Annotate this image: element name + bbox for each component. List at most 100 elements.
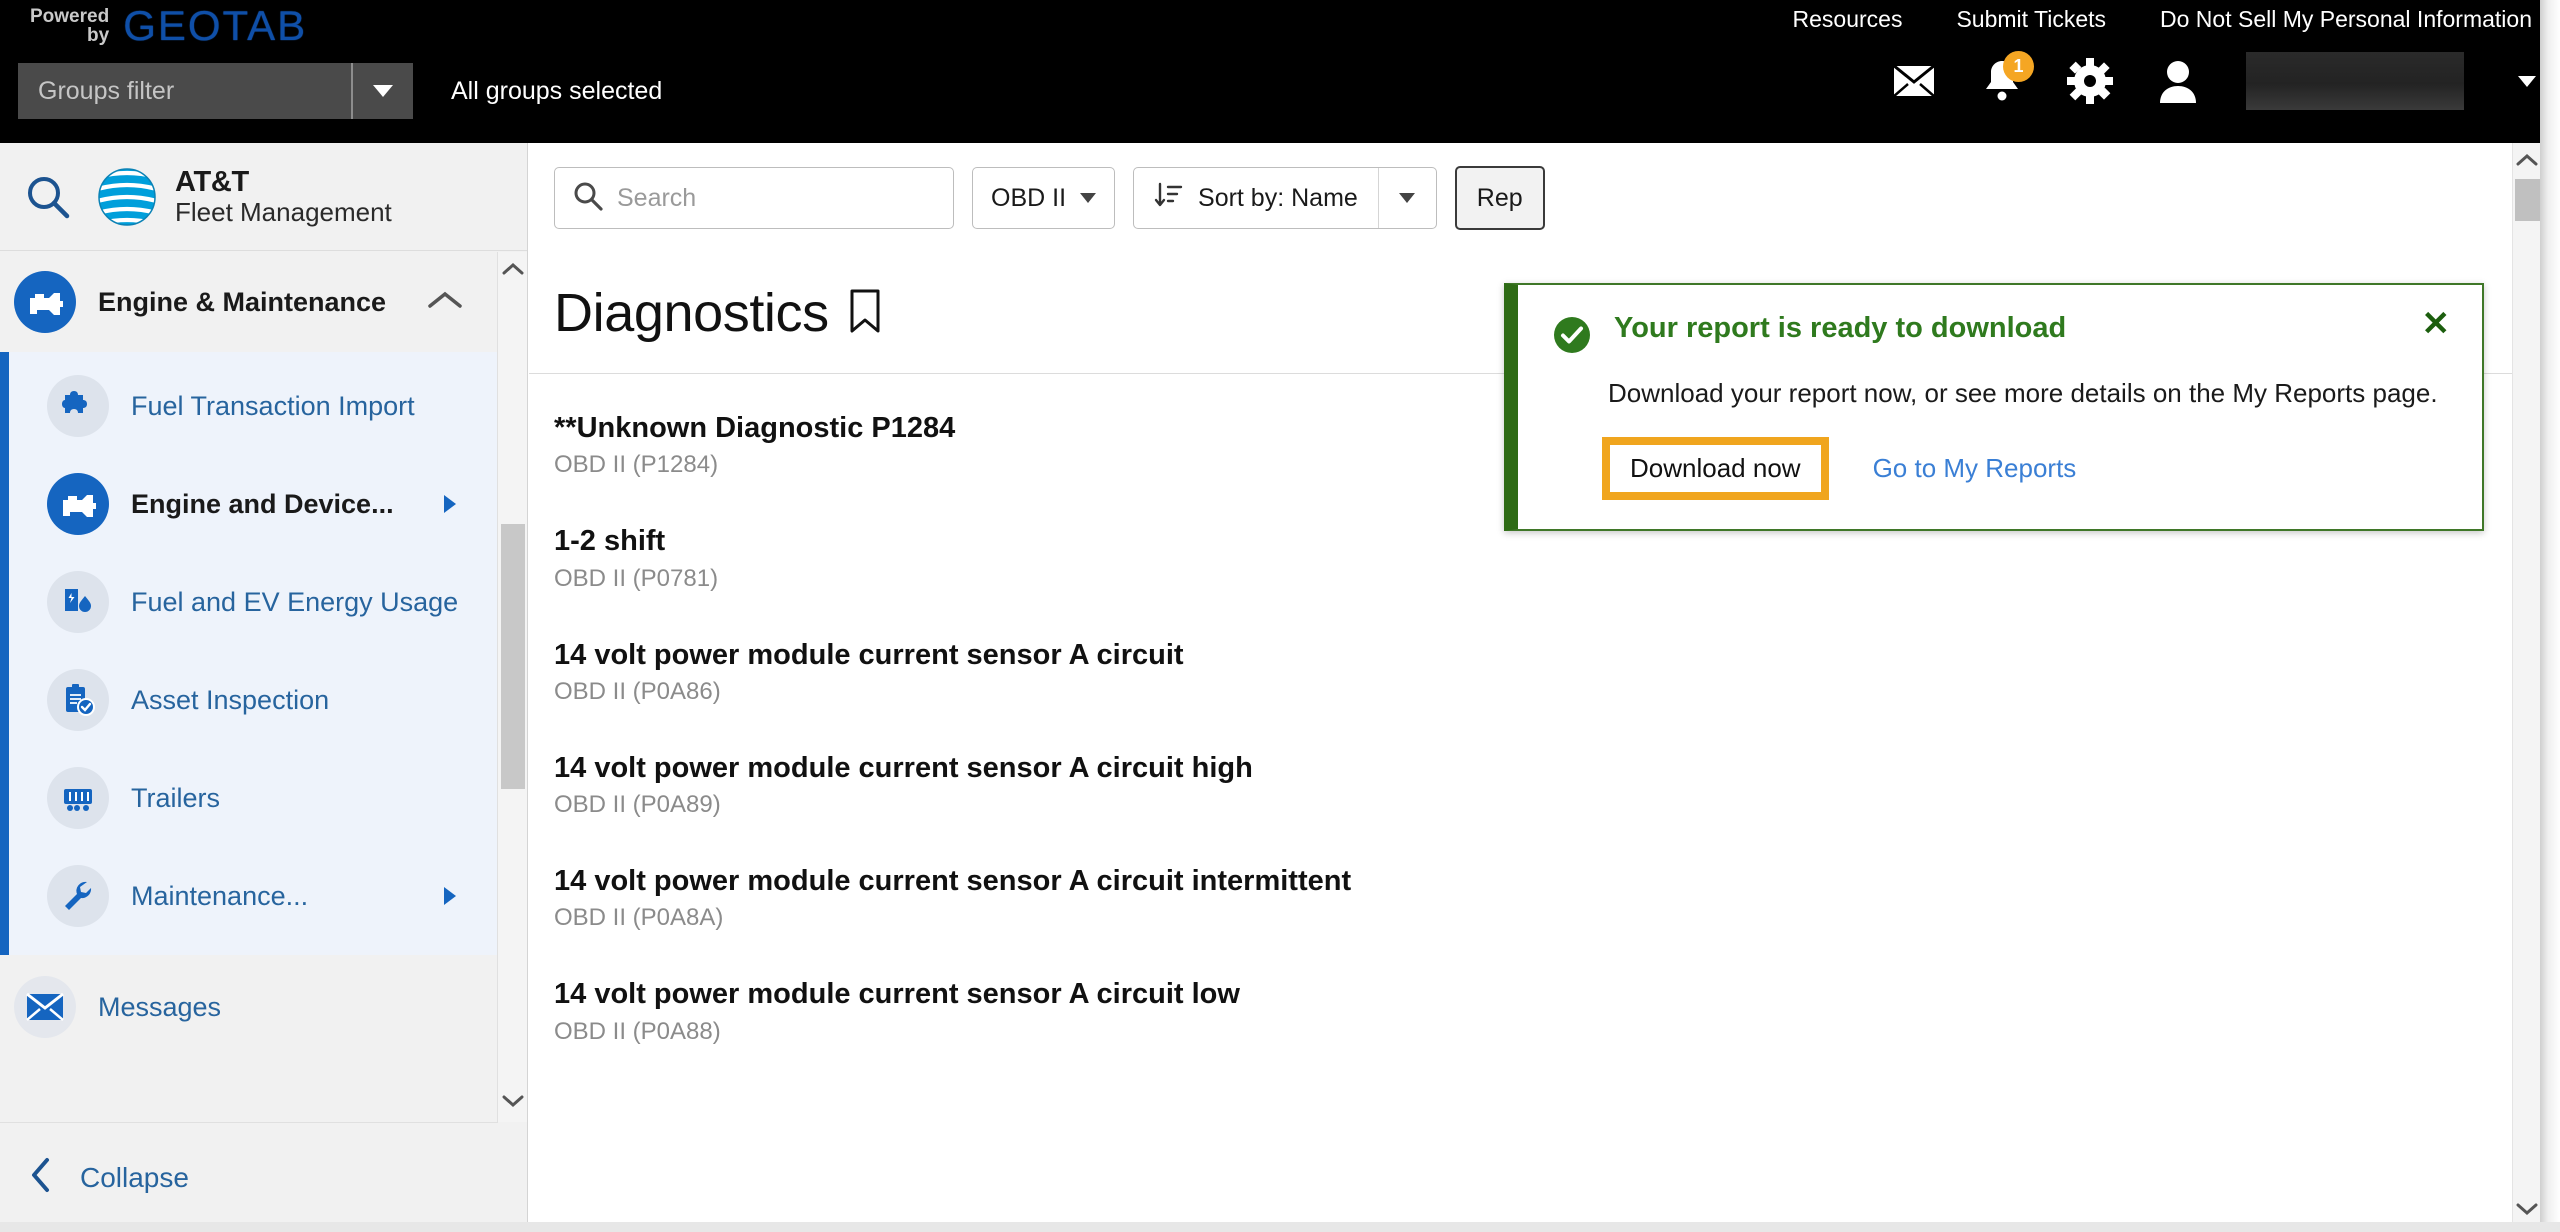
list-item[interactable]: 14 volt power module current sensor A ci…	[529, 728, 2512, 841]
chevron-right-icon[interactable]	[444, 887, 456, 905]
sidebar-item-asset-inspection[interactable]: Asset Inspection	[9, 651, 498, 749]
sidebar-item-label: Fuel Transaction Import	[131, 390, 415, 421]
chevron-right-icon[interactable]	[444, 495, 456, 513]
groups-filter-row: Groups filter All groups selected	[18, 63, 662, 119]
wrench-icon	[47, 865, 109, 927]
search-input-wrapper[interactable]	[554, 167, 954, 229]
sidebar-submenu: Fuel Transaction Import Engine and Devic…	[0, 352, 498, 955]
sidebar-item-messages[interactable]: Messages	[0, 955, 498, 1059]
bell-icon[interactable]: 1	[1978, 51, 2034, 105]
link-resources[interactable]: Resources	[1793, 6, 1903, 33]
sidebar-header: AT&T Fleet Management	[0, 143, 527, 251]
scroll-up-icon[interactable]	[2513, 143, 2540, 177]
scroll-up-icon[interactable]	[498, 252, 527, 286]
sidebar-group-engine-maintenance[interactable]: Engine & Maintenance	[0, 252, 498, 352]
obd-filter-label: OBD II	[991, 183, 1067, 212]
user-name-field[interactable]	[2246, 52, 2464, 110]
sidebar-item-fuel-and-ev-energy-usage[interactable]: Fuel and EV Energy Usage	[9, 553, 498, 651]
toast-title: Your report is ready to download	[1614, 312, 2067, 344]
obd-filter-button[interactable]: OBD II	[972, 167, 1116, 229]
sort-button[interactable]: Sort by: Name	[1134, 168, 1378, 228]
window-right-edge	[2540, 0, 2560, 1232]
sidebar-item-label: Maintenance...	[131, 880, 309, 911]
report-ready-toast: Your report is ready to download ✕ Downl…	[1504, 283, 2484, 531]
window-scrollbar[interactable]	[2512, 143, 2540, 1232]
sidebar-item-label: Engine and Device...	[131, 488, 394, 519]
chevron-down-icon	[373, 85, 393, 97]
content-toolbar: OBD II Sort by: Name	[529, 143, 2512, 253]
sidebar: AT&T Fleet Management Engine & Maintenan…	[0, 143, 528, 1232]
brand-line-1: AT&T	[175, 165, 249, 198]
list-item[interactable]: 14 volt power module current sensor A ci…	[529, 841, 2512, 954]
engine-icon	[14, 271, 76, 333]
search-icon[interactable]	[0, 174, 96, 220]
sidebar-item-label: Trailers	[131, 782, 221, 813]
bookmark-icon[interactable]	[847, 288, 883, 339]
page-title: Diagnostics	[554, 283, 829, 343]
sort-label: Sort by: Name	[1198, 183, 1358, 212]
diagnostic-name: 14 volt power module current sensor A ci…	[554, 751, 1253, 784]
chevron-down-icon	[1399, 193, 1416, 203]
sort-control[interactable]: Sort by: Name	[1133, 167, 1437, 229]
sidebar-item-label: Asset Inspection	[131, 684, 330, 715]
diagnostic-name: 14 volt power module current sensor A ci…	[554, 638, 1184, 671]
gear-icon[interactable]	[2066, 57, 2114, 105]
list-item[interactable]: 14 volt power module current sensor A ci…	[529, 954, 2512, 1067]
diagnostic-code: OBD II (P0A89)	[554, 791, 721, 818]
global-header: Powered by GEOTAB Resources Submit Ticke…	[0, 0, 2560, 143]
search-input[interactable]	[617, 183, 917, 213]
sort-dropdown-button[interactable]	[1377, 168, 1436, 228]
groups-filter-placeholder[interactable]: Groups filter	[18, 63, 351, 119]
sidebar-item-label: Fuel and EV Energy Usage	[131, 586, 459, 617]
sidebar-group-label: Engine & Maintenance	[98, 286, 387, 317]
window-scrollbar-thumb[interactable]	[2515, 179, 2540, 221]
envelope-icon	[14, 976, 76, 1038]
page-body: AT&T Fleet Management Engine & Maintenan…	[0, 143, 2560, 1232]
link-do-not-sell[interactable]: Do Not Sell My Personal Information	[2160, 6, 2532, 33]
mail-icon[interactable]	[1890, 57, 1938, 105]
sidebar-item-maintenance[interactable]: Maintenance...	[9, 847, 498, 945]
sidebar-item-trailers[interactable]: Trailers	[9, 749, 498, 847]
utility-links: Resources Submit Tickets Do Not Sell My …	[1793, 6, 2532, 33]
chevron-up-icon[interactable]	[428, 290, 462, 315]
application-window: Powered by GEOTAB Resources Submit Ticke…	[0, 0, 2560, 1232]
report-button[interactable]: Rep	[1454, 166, 1545, 230]
go-to-my-reports-link[interactable]: Go to My Reports	[1873, 453, 2077, 484]
att-globe-icon	[98, 167, 156, 226]
groups-filter-dropdown-button[interactable]	[351, 63, 413, 119]
search-icon	[573, 181, 603, 216]
sidebar-collapse-button[interactable]: Collapse	[0, 1122, 498, 1232]
scroll-down-icon[interactable]	[498, 1084, 528, 1118]
sidebar-item-label: Messages	[98, 991, 222, 1022]
sidebar-item-engine-and-device[interactable]: Engine and Device...	[9, 455, 498, 553]
sidebar-scrollbar-thumb[interactable]	[501, 524, 525, 789]
diagnostic-code: OBD II (P0781)	[554, 564, 719, 592]
scroll-down-icon[interactable]	[2513, 1192, 2541, 1226]
trailer-icon	[47, 767, 109, 829]
att-fleet-brand: AT&T Fleet Management	[96, 166, 392, 228]
groups-status-label: All groups selected	[451, 76, 663, 105]
diagnostic-name: 14 volt power module current sensor A ci…	[554, 865, 1352, 897]
collapse-label: Collapse	[80, 1161, 189, 1193]
diagnostic-code: OBD II (P0A88)	[554, 1017, 721, 1045]
list-item[interactable]: 14 volt power module current sensor A ci…	[529, 615, 2512, 728]
groups-filter[interactable]: Groups filter	[18, 63, 413, 119]
diagnostic-name: 14 volt power module current sensor A ci…	[554, 978, 1240, 1011]
download-now-button[interactable]: Download now	[1602, 437, 1829, 500]
sidebar-item-fuel-transaction-import[interactable]: Fuel Transaction Import	[9, 357, 498, 455]
header-icon-group: 1	[1890, 51, 2536, 110]
engine-icon	[47, 473, 109, 535]
link-submit-tickets[interactable]: Submit Tickets	[1956, 6, 2106, 33]
sidebar-nav: Engine & Maintenance Fuel Transaction Im	[0, 252, 498, 1122]
close-icon[interactable]: ✕	[2422, 307, 2451, 341]
brand-line-2: Fleet Management	[175, 197, 392, 228]
sidebar-scrollbar[interactable]	[497, 252, 527, 1122]
toast-message: Download your report now, or see more de…	[1608, 378, 2438, 408]
diagnostic-code: OBD II (P0A86)	[554, 677, 721, 705]
chevron-down-icon[interactable]	[2518, 75, 2536, 87]
fuel-ev-icon	[47, 571, 109, 633]
toast-actions: Download now Go to My Reports	[1602, 437, 2452, 500]
chevron-down-icon	[1080, 193, 1097, 203]
puzzle-icon	[47, 375, 109, 437]
user-avatar-icon[interactable]	[2154, 57, 2202, 105]
